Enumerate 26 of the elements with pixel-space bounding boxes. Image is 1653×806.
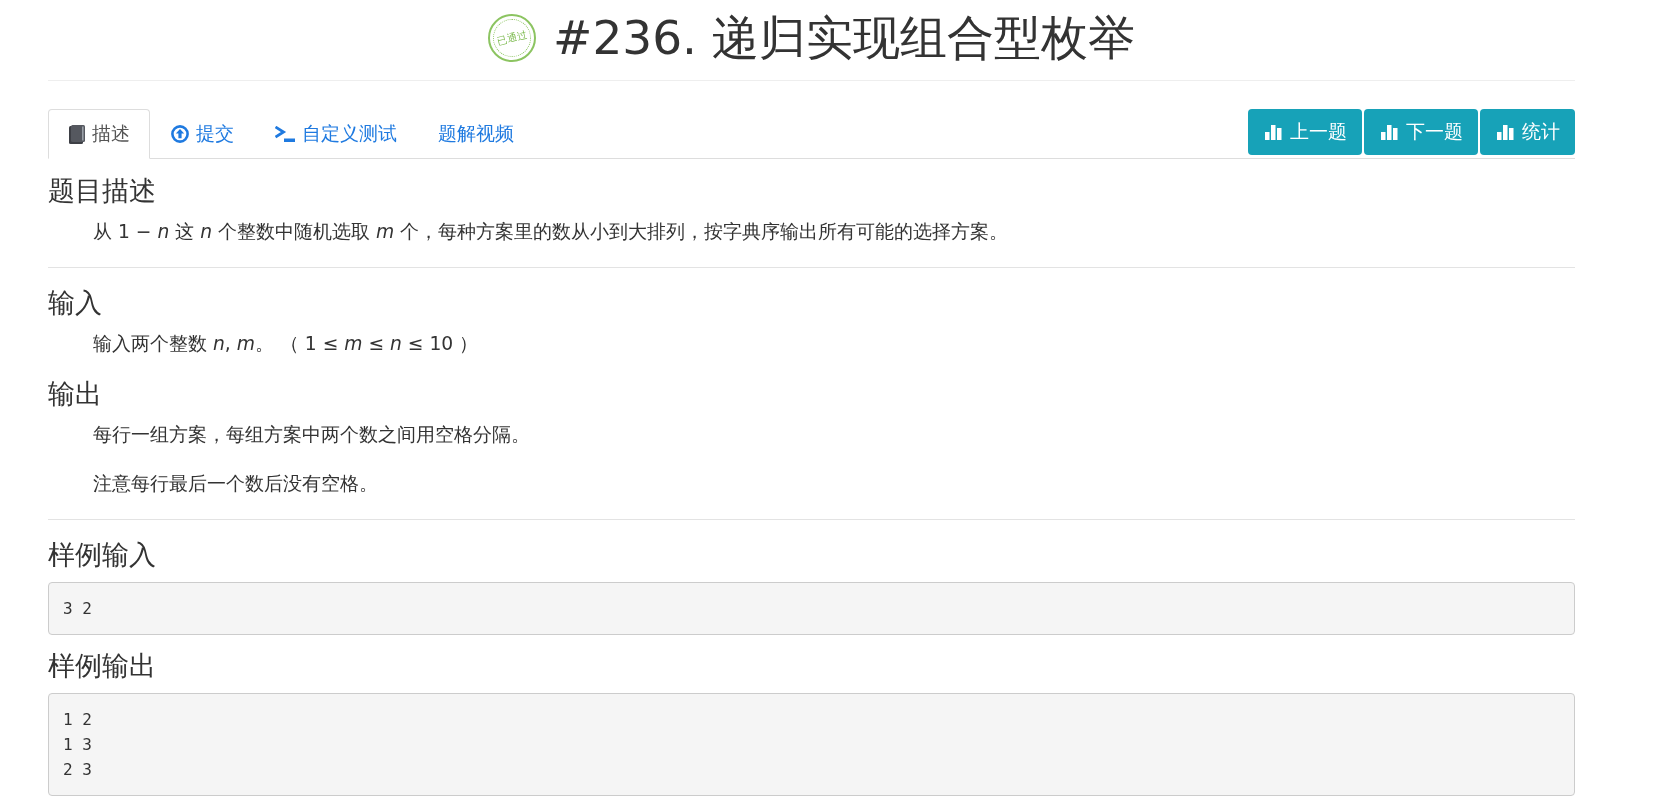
section-heading: 样例输出 [48, 650, 157, 682]
section-text: 从 1 − n 这 n 个整数中随机选取 m 个，每种方案里的数从小到大排列，按字典序输出所有可能的选择方案。 [92, 220, 1010, 244]
section-text: 注意每行最后一个数后没有空格。 [92, 472, 379, 496]
terminal-icon [275, 126, 295, 142]
toolbar-button[interactable]: 下一题 [1364, 109, 1478, 155]
tab[interactable]: 提交 [150, 109, 254, 159]
section-heading: 题目描述 [48, 175, 157, 207]
toolbar-button[interactable]: 上一题 [1248, 109, 1362, 155]
tab[interactable]: 自定义测试 [254, 109, 417, 159]
section-heading: 输入 [48, 287, 103, 319]
passed-stamp: 已通过 [488, 14, 536, 62]
sample-code-block: 1 2 1 3 2 3 [48, 693, 1575, 796]
section-heading: 样例输入 [48, 539, 157, 571]
problem-title: #236. 递归实现组合型枚举 [553, 9, 1135, 67]
bar-chart-icon [1497, 124, 1514, 140]
section-text: 输入两个整数 n, m。 （ 1 ≤ m ≤ n ≤ 10 ） [92, 332, 480, 356]
tab[interactable]: 题解视频 [417, 109, 534, 159]
bar-chart-icon [1265, 124, 1282, 140]
section-heading: 输出 [48, 378, 103, 410]
sample-code-block: 3 2 [48, 582, 1575, 635]
bar-chart-icon [1381, 124, 1398, 140]
book-icon [69, 124, 85, 144]
upload-icon [171, 125, 189, 143]
section-text: 每行一组方案，每组方案中两个数之间用空格分隔。 [92, 423, 531, 447]
toolbar-button[interactable]: 统计 [1480, 109, 1575, 155]
tab[interactable]: 描述 [48, 109, 150, 159]
